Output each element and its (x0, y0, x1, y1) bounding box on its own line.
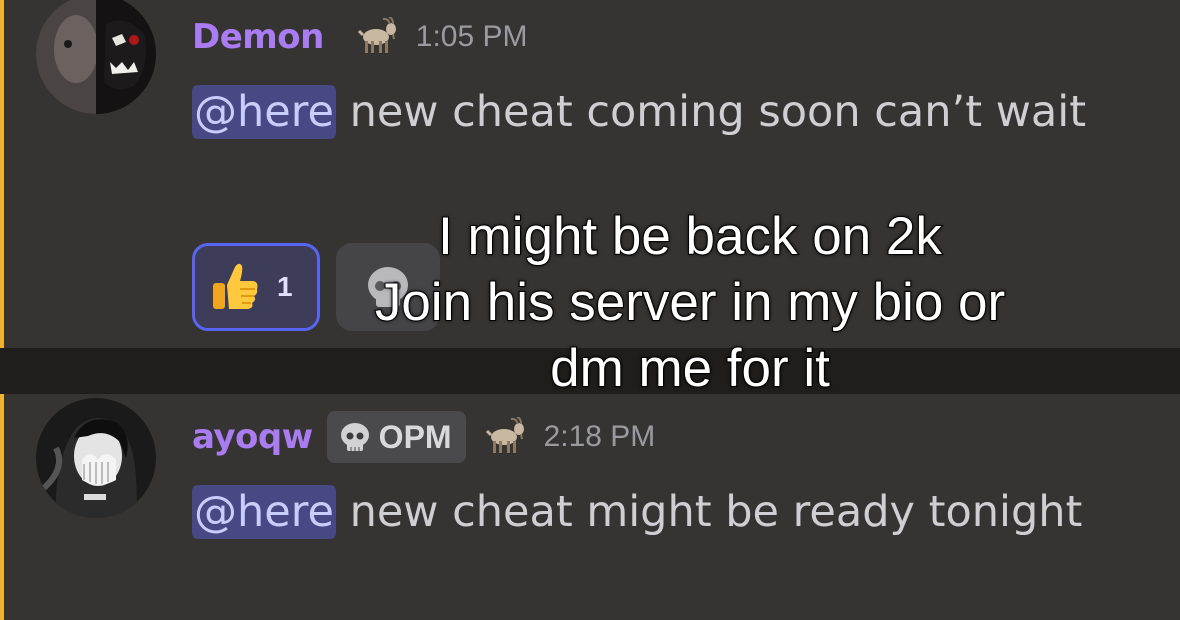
message-header: Demon 1:05 PM (192, 14, 528, 60)
mention-here[interactable]: @here (192, 485, 336, 539)
server-tag[interactable]: OPM (326, 411, 466, 463)
goat-icon (482, 416, 526, 457)
reaction-count: 1 (277, 271, 293, 302)
caption-line-1: I might be back on 2k (437, 206, 943, 267)
thumbs-up-icon (211, 259, 261, 315)
message-text: new cheat might be ready tonight (335, 487, 1083, 537)
message-text: new cheat coming soon can’t wait (335, 87, 1087, 137)
avatar[interactable] (36, 398, 156, 518)
username[interactable]: Demon (192, 17, 324, 57)
caption-line-2: Join his server in my bio or (374, 272, 1006, 333)
mention-here[interactable]: @here (192, 85, 336, 139)
username[interactable]: ayoqw (192, 417, 313, 457)
message-ayoqw: ayoqw OPM 2:18 PM @here new cheat might … (0, 394, 1180, 620)
message-header: ayoqw OPM 2:18 PM (192, 411, 656, 463)
avatar[interactable] (36, 0, 156, 114)
timestamp: 1:05 PM (415, 20, 528, 53)
overlay-caption: I might be back on 2k Join his server in… (300, 204, 1080, 402)
timestamp: 2:18 PM (543, 420, 656, 453)
skull-icon (337, 419, 373, 455)
message-content: @here new cheat might be ready tonight (192, 476, 1122, 548)
caption-line-3: dm me for it (549, 338, 831, 399)
goat-icon (354, 16, 398, 57)
server-tag-label: OPM (378, 418, 452, 455)
message-content: @here new cheat coming soon can’t wait (192, 76, 1122, 148)
